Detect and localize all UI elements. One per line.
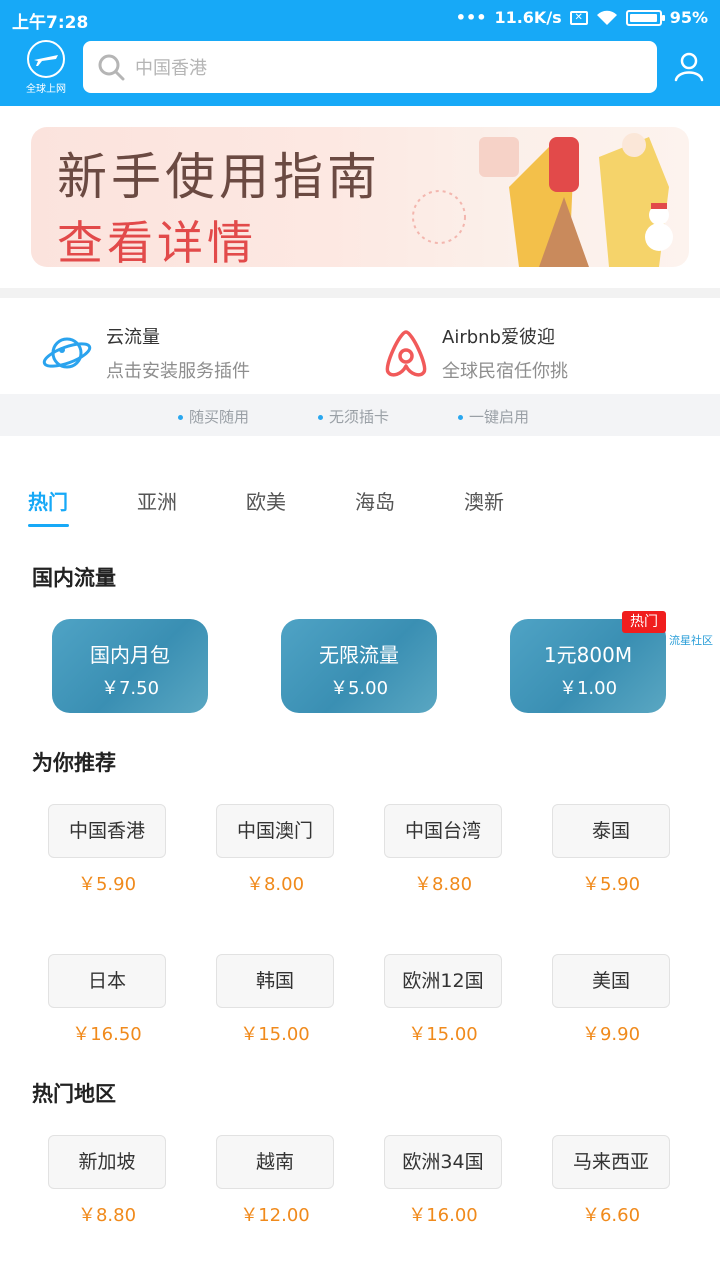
destination-button[interactable]: 日本	[48, 954, 166, 1008]
search-placeholder: 中国香港	[135, 58, 207, 79]
logo-label: 全球上网	[26, 84, 66, 95]
section-title-recommended: 为你推荐	[32, 751, 116, 775]
destination-button[interactable]: 中国香港	[48, 804, 166, 858]
destination-price: ￥12.00	[240, 1205, 310, 1226]
user-icon[interactable]	[672, 50, 706, 84]
airbnb-logo-icon	[385, 330, 427, 377]
bullet-icon	[318, 415, 323, 420]
banner-cta: 查看详情	[57, 216, 257, 267]
feature-item: 随买随用	[178, 406, 249, 427]
feature-item: 一键启用	[458, 406, 529, 427]
banner-illustration	[412, 133, 673, 267]
card-name: 无限流量	[319, 643, 399, 667]
card-name: 1元800M	[543, 643, 633, 667]
dots-icon: •••	[455, 8, 487, 27]
tab-australia-nz[interactable]: 澳新	[464, 486, 504, 515]
status-bar: 上午7:28 ••• 11.6K/s ✕ 95%	[0, 0, 720, 38]
top-bar: 上午7:28 ••• 11.6K/s ✕ 95% 全球上网 中国香港	[0, 0, 720, 106]
feature-bar: 随买随用 无须插卡 一键启用	[0, 394, 720, 436]
feature-item: 无须插卡	[318, 406, 389, 427]
tab-hot[interactable]: 热门	[28, 486, 68, 515]
destination-button[interactable]: 泰国	[552, 804, 670, 858]
status-right: ••• 11.6K/s ✕ 95%	[456, 8, 708, 27]
battery-fill	[629, 13, 657, 22]
destination-price: ￥8.80	[77, 1205, 137, 1226]
domestic-card[interactable]: 无限流量 ￥5.00	[281, 619, 437, 713]
destination-price: ￥16.50	[72, 1024, 142, 1045]
bullet-icon	[178, 415, 183, 420]
bullet-icon	[458, 415, 463, 420]
feature-label: 随买随用	[189, 408, 250, 426]
destination-button[interactable]: 中国澳门	[216, 804, 334, 858]
tab-islands[interactable]: 海岛	[355, 486, 395, 515]
tab-asia[interactable]: 亚洲	[137, 486, 177, 515]
destination-button[interactable]: 韩国	[216, 954, 334, 1008]
destination-price: ￥8.80	[413, 874, 473, 895]
service-cloud-data[interactable]: 云流量 点击安装服务插件	[40, 318, 250, 388]
service-title: 云流量	[106, 327, 160, 348]
status-time: 上午7:28	[12, 13, 89, 33]
card-name: 国内月包	[90, 643, 170, 667]
domestic-card[interactable]: 国内月包 ￥7.50	[52, 619, 208, 713]
service-title: Airbnb爱彼迎	[442, 327, 555, 348]
wifi-icon	[596, 10, 617, 25]
no-sim-icon: ✕	[569, 10, 588, 25]
banner-title: 新手使用指南	[57, 148, 381, 206]
search-icon	[98, 54, 125, 81]
service-airbnb[interactable]: Airbnb爱彼迎 全球民宿任你挑	[380, 318, 568, 388]
app-screen: 上午7:28 ••• 11.6K/s ✕ 95% 全球上网 中国香港 新手使用指…	[0, 0, 720, 1280]
guide-banner[interactable]: 新手使用指南 查看详情	[31, 127, 689, 267]
airplane-globe-icon	[27, 40, 65, 78]
destination-button[interactable]: 中国台湾	[384, 804, 502, 858]
destination-price: ￥8.00	[245, 874, 305, 895]
destination-price: ￥6.60	[581, 1205, 641, 1226]
destination-button[interactable]: 新加坡	[48, 1135, 166, 1189]
card-price: ￥1.00	[558, 678, 618, 699]
service-subtitle: 点击安装服务插件	[106, 361, 250, 382]
destination-button[interactable]: 欧洲12国	[384, 954, 502, 1008]
community-link[interactable]: 流星社区	[669, 632, 713, 648]
active-tab-indicator	[28, 524, 69, 527]
destination-button[interactable]: 欧洲34国	[384, 1135, 502, 1189]
destination-price: ￥16.00	[408, 1205, 478, 1226]
planet-icon	[42, 337, 92, 369]
feature-label: 无须插卡	[329, 408, 390, 426]
service-subtitle: 全球民宿任你挑	[442, 361, 568, 382]
search-bar[interactable]: 中国香港	[83, 41, 657, 93]
feature-label: 一键启用	[469, 408, 530, 426]
destination-price: ￥5.90	[581, 874, 641, 895]
section-title-hot-regions: 热门地区	[32, 1082, 116, 1106]
hot-badge: 热门	[622, 611, 666, 633]
app-logo[interactable]: 全球上网	[18, 40, 74, 96]
destination-price: ￥15.00	[408, 1024, 478, 1045]
tab-europe-america[interactable]: 欧美	[246, 486, 286, 515]
destination-price: ￥9.90	[581, 1024, 641, 1045]
battery-percent: 95%	[669, 8, 708, 27]
destination-price: ￥5.90	[77, 874, 137, 895]
destination-price: ￥15.00	[240, 1024, 310, 1045]
network-speed: 11.6K/s	[494, 8, 562, 27]
domestic-card[interactable]: 1元800M ￥1.00	[510, 619, 666, 713]
section-title-domestic: 国内流量	[32, 566, 116, 590]
battery-icon	[625, 9, 665, 26]
card-price: ￥5.00	[329, 678, 389, 699]
section-divider	[0, 288, 720, 298]
card-price: ￥7.50	[100, 678, 160, 699]
destination-button[interactable]: 越南	[216, 1135, 334, 1189]
destination-button[interactable]: 马来西亚	[552, 1135, 670, 1189]
destination-button[interactable]: 美国	[552, 954, 670, 1008]
